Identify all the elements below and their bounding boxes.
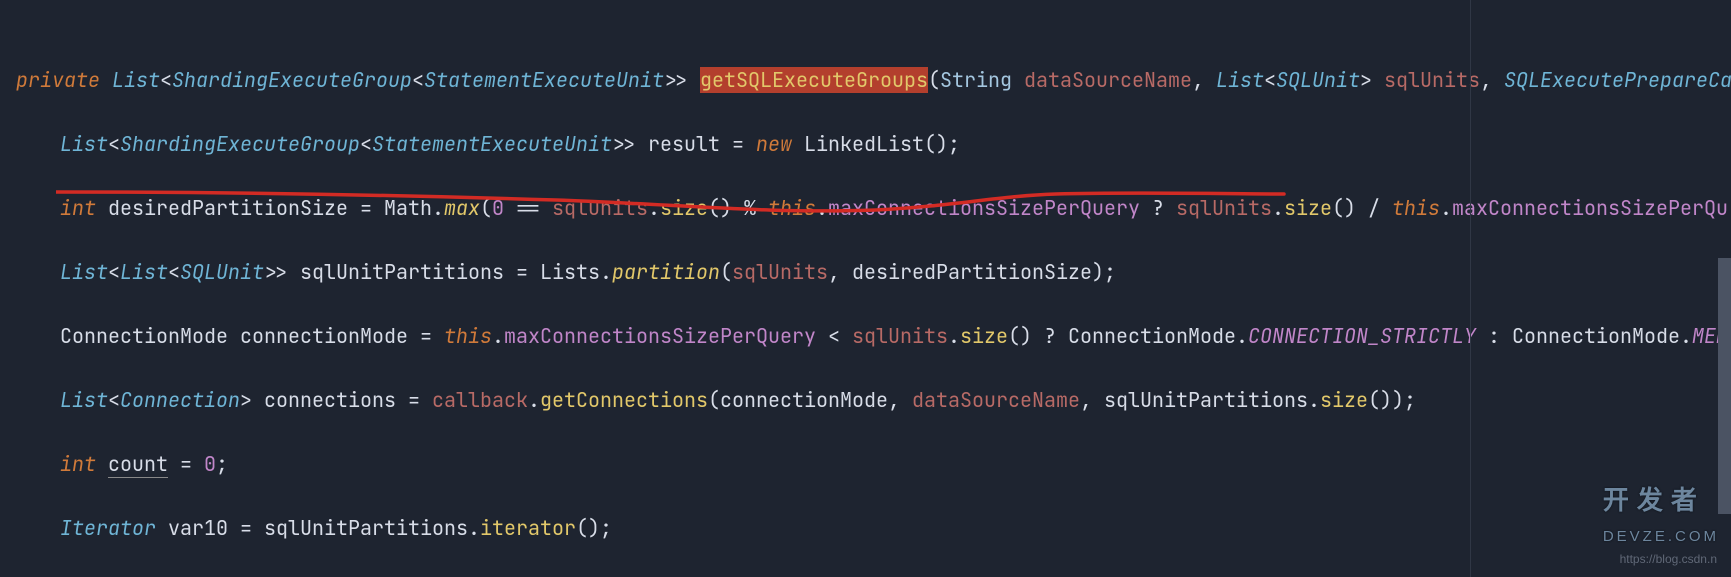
field-ref: maxConnectionsSizePerQuery	[828, 195, 1140, 221]
method-call: getConnections	[540, 387, 708, 413]
type: List	[1216, 67, 1264, 93]
static-method: partition	[612, 259, 720, 285]
method-call: iterator	[480, 515, 576, 541]
param: sqlUnits	[1384, 67, 1480, 93]
type: List	[60, 259, 108, 285]
param: dataSourceName	[912, 387, 1080, 413]
field-ref: maxConnectionsSizePerQuery	[504, 323, 816, 349]
type: SQLExecutePrepareCa	[1504, 67, 1731, 93]
op: =	[240, 515, 252, 541]
number-literal: 0	[204, 451, 216, 477]
method-declaration-highlighted: getSQLExecuteGroups	[700, 67, 928, 93]
punct: ();	[924, 131, 960, 157]
local-var: connectionMode	[240, 323, 408, 349]
field-ref: maxConnectionsSizePerQu	[1452, 195, 1728, 221]
param: sqlUnits	[1176, 195, 1272, 221]
punct: ());	[1368, 387, 1416, 413]
vertical-scrollbar-thumb[interactable]	[1718, 258, 1731, 514]
keyword-int: int	[60, 451, 96, 477]
param: sqlUnits	[852, 323, 948, 349]
method-call: size	[1320, 387, 1368, 413]
constructor: LinkedList	[804, 131, 924, 157]
keyword-int: int	[60, 195, 96, 221]
param: sqlUnits	[732, 259, 828, 285]
class-ref: Lists	[540, 259, 600, 285]
keyword-new: new	[756, 131, 792, 157]
op: =	[420, 323, 432, 349]
type: Connection	[120, 387, 240, 413]
code-line: List<ShardingExecuteGroup<StatementExecu…	[16, 128, 1731, 160]
type: StatementExecuteUnit	[424, 67, 664, 93]
punct: ;	[216, 451, 228, 477]
code-line: Iterator var10 = sqlUnitPartitions.itera…	[16, 512, 1731, 544]
arg: connectionMode	[720, 387, 888, 413]
class-ref: ConnectionMode	[1068, 323, 1236, 349]
punct: .	[432, 195, 444, 221]
type: List	[120, 259, 168, 285]
watermark-big-text: 开发者	[1603, 485, 1705, 515]
static-method: max	[444, 195, 480, 221]
local-var: var10	[168, 515, 228, 541]
keyword-this: this	[1392, 195, 1440, 221]
type-string: String	[940, 67, 1012, 93]
punct: );	[1092, 259, 1116, 285]
keyword-this: this	[444, 323, 492, 349]
code-editor[interactable]: private List<ShardingExecuteGroup<Statem…	[0, 0, 1731, 577]
arg: sqlUnitPartitions	[1104, 387, 1308, 413]
local-var-unused: count	[108, 451, 168, 478]
class-ref: ConnectionMode	[1512, 323, 1680, 349]
local-var: sqlUnitPartitions	[300, 259, 504, 285]
code-line: int count = 0;	[16, 448, 1731, 480]
punct: ();	[576, 515, 612, 541]
method-call: size	[660, 195, 708, 221]
keyword-this: this	[768, 195, 816, 221]
type: StatementExecuteUnit	[372, 131, 612, 157]
type: Iterator	[60, 515, 156, 541]
op: =	[360, 195, 372, 221]
op: /	[1368, 195, 1380, 221]
code-line: List<Connection> connections = callback.…	[16, 384, 1731, 416]
type: ConnectionMode	[60, 323, 228, 349]
method-call: size	[1284, 195, 1332, 221]
local-var: result	[648, 131, 720, 157]
number-literal: 0	[492, 195, 504, 221]
op: =	[408, 387, 420, 413]
class-ref: Math	[384, 195, 432, 221]
local-var: desiredPartitionSize	[108, 195, 348, 221]
type: List	[60, 131, 108, 157]
param: sqlUnits	[552, 195, 648, 221]
method-call: size	[960, 323, 1008, 349]
type: ShardingExecuteGroup	[120, 131, 360, 157]
code-line: int desiredPartitionSize = Math.max(0 ==…	[16, 192, 1731, 224]
op: ==	[516, 195, 540, 221]
param: callback	[432, 387, 528, 413]
punct: (	[480, 195, 492, 221]
op: <	[828, 323, 840, 349]
local-var: desiredPartitionSize	[852, 259, 1092, 285]
local-var: sqlUnitPartitions	[264, 515, 468, 541]
op: =	[516, 259, 528, 285]
op: =	[180, 451, 192, 477]
type: SQLUnit	[1276, 67, 1360, 93]
type-list: List	[112, 67, 160, 93]
op: ?	[1152, 195, 1164, 221]
right-margin-guide	[1470, 0, 1471, 577]
code-line: ConnectionMode connectionMode = this.max…	[16, 320, 1731, 352]
op: :	[1488, 323, 1500, 349]
op: =	[732, 131, 744, 157]
type: List	[60, 387, 108, 413]
op: %	[744, 195, 756, 221]
local-var: connections	[264, 387, 396, 413]
punct: .	[600, 259, 612, 285]
keyword-private: private	[16, 67, 100, 93]
type: SQLUnit	[180, 259, 264, 285]
code-line: List<List<SQLUnit>> sqlUnitPartitions = …	[16, 256, 1731, 288]
type: ShardingExecuteGroup	[172, 67, 412, 93]
code-line: private List<ShardingExecuteGroup<Statem…	[16, 64, 1731, 96]
constant: CONNECTION_STRICTLY	[1248, 323, 1476, 349]
param: dataSourceName	[1024, 67, 1192, 93]
op: ?	[1044, 323, 1056, 349]
watermark-url: https://blog.csdn.n	[1620, 543, 1717, 575]
